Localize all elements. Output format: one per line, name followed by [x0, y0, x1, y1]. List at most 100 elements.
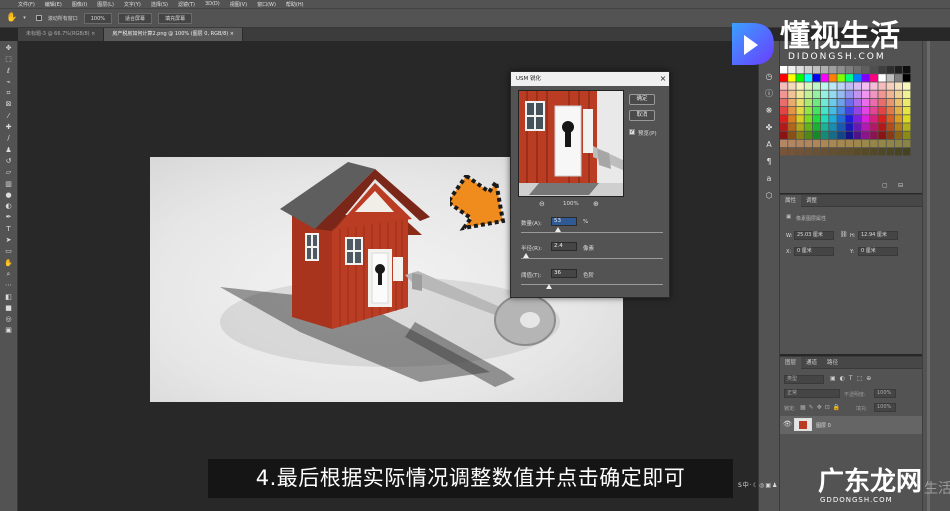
swatch[interactable]	[804, 131, 812, 139]
radius-slider-track[interactable]	[521, 258, 663, 259]
swatch[interactable]	[829, 115, 837, 123]
fill-field[interactable]: 100%	[874, 403, 896, 412]
swatch[interactable]	[878, 82, 886, 90]
swatch[interactable]	[853, 115, 862, 123]
swatch[interactable]	[829, 107, 837, 115]
menu-view[interactable]: 视图(V)	[230, 1, 247, 8]
radius-field[interactable]: 2.4	[551, 242, 577, 251]
swatch[interactable]	[796, 139, 804, 148]
swatch[interactable]	[894, 131, 903, 139]
swatch[interactable]	[788, 131, 796, 139]
swatch[interactable]	[829, 98, 837, 107]
swatch[interactable]	[903, 90, 911, 98]
delete-swatch-icon[interactable]: ⊟	[898, 182, 903, 189]
width-field[interactable]: 25.03 厘米	[794, 231, 834, 240]
swatch[interactable]	[853, 98, 862, 107]
swatch[interactable]	[886, 123, 894, 131]
swatch[interactable]	[886, 148, 894, 156]
swatch[interactable]	[903, 74, 911, 82]
swatch[interactable]	[903, 139, 911, 148]
swatch[interactable]	[886, 131, 894, 139]
swatch[interactable]	[796, 123, 804, 131]
tab-adjustments[interactable]: 调整	[801, 195, 822, 207]
tab-layers[interactable]: 图层	[780, 356, 802, 369]
swatch[interactable]	[894, 139, 903, 148]
swatch[interactable]	[894, 115, 903, 123]
paragraph-icon[interactable]: ¶	[763, 156, 775, 167]
radius-slider-knob[interactable]	[523, 253, 529, 258]
swatch[interactable]	[804, 123, 812, 131]
threshold-slider-knob[interactable]	[546, 284, 552, 289]
swatch[interactable]	[878, 131, 886, 139]
type-tool-icon[interactable]: T	[3, 225, 15, 234]
swatch[interactable]	[796, 107, 804, 115]
swatch[interactable]	[862, 123, 870, 131]
swatch[interactable]	[894, 98, 903, 107]
swatch[interactable]	[812, 148, 821, 156]
swatch[interactable]	[894, 107, 903, 115]
swatch[interactable]	[878, 90, 886, 98]
menu-layer[interactable]: 图层(L)	[97, 1, 114, 8]
swatch[interactable]	[886, 107, 894, 115]
swatch[interactable]	[845, 139, 853, 148]
path-select-tool-icon[interactable]: ➤	[3, 236, 15, 245]
swatch[interactable]	[780, 148, 788, 156]
swatch[interactable]	[845, 107, 853, 115]
threshold-slider-track[interactable]	[521, 284, 663, 285]
swatch[interactable]	[862, 82, 870, 90]
swatch[interactable]	[780, 131, 788, 139]
swatch[interactable]	[796, 131, 804, 139]
tab-channels[interactable]: 通道	[801, 357, 822, 369]
menu-image[interactable]: 图像(I)	[72, 1, 87, 8]
lock-icons[interactable]: ▦✎✥⊡🔒	[800, 404, 843, 411]
brush-tool-icon[interactable]: ∕	[3, 134, 15, 143]
tab-properties[interactable]: 属性	[780, 194, 802, 207]
swatch[interactable]	[870, 139, 878, 148]
swatch[interactable]	[812, 107, 821, 115]
swatch[interactable]	[903, 148, 911, 156]
swatch[interactable]	[812, 74, 821, 82]
menu-file[interactable]: 文件(F)	[18, 1, 35, 8]
swatch[interactable]	[812, 115, 821, 123]
swatch[interactable]	[862, 74, 870, 82]
panel-scrollbar[interactable]	[927, 41, 930, 511]
swatch[interactable]	[845, 115, 853, 123]
healing-brush-tool-icon[interactable]: ✚	[3, 123, 15, 132]
swatch[interactable]	[903, 98, 911, 107]
swatch[interactable]	[870, 82, 878, 90]
swatch[interactable]	[796, 82, 804, 90]
swatch[interactable]	[796, 74, 804, 82]
swatch[interactable]	[821, 74, 829, 82]
swatch[interactable]	[821, 82, 829, 90]
frame-tool-icon[interactable]: ⊠	[3, 100, 15, 109]
swatch[interactable]	[837, 74, 845, 82]
swatch[interactable]	[862, 131, 870, 139]
swatch[interactable]	[804, 139, 812, 148]
swatch[interactable]	[886, 115, 894, 123]
swatch[interactable]	[829, 123, 837, 131]
swatch[interactable]	[862, 98, 870, 107]
pen-tool-icon[interactable]: ✒	[3, 213, 15, 222]
tab-paths[interactable]: 路径	[822, 357, 843, 369]
swatch[interactable]	[886, 98, 894, 107]
default-colors-icon[interactable]: ◧	[3, 293, 15, 302]
zoom-percent-button[interactable]: 100%	[83, 12, 113, 24]
swatch[interactable]	[903, 107, 911, 115]
gradient-tool-icon[interactable]: ▥	[3, 180, 15, 189]
swatch[interactable]	[886, 82, 894, 90]
layer-filter-select[interactable]: 类型	[784, 375, 824, 384]
filter-icons[interactable]: ▣◐T⬚⊕	[830, 375, 875, 382]
rectangle-tool-icon[interactable]: ▭	[3, 247, 15, 256]
swatch[interactable]	[862, 90, 870, 98]
swatch[interactable]	[837, 131, 845, 139]
layer-row[interactable]: 👁 图层 0	[780, 416, 922, 434]
swatch[interactable]	[878, 123, 886, 131]
tab-house-tax[interactable]: 房产税房如何计算2.png @ 100% (图层 0, RGB/8) ×	[104, 28, 243, 41]
swatch[interactable]	[829, 139, 837, 148]
swatch[interactable]	[837, 115, 845, 123]
swatch[interactable]	[853, 148, 862, 156]
swatch[interactable]	[886, 139, 894, 148]
info-icon[interactable]: ⓘ	[763, 88, 775, 99]
swatch[interactable]	[780, 107, 788, 115]
menu-window[interactable]: 窗口(W)	[257, 1, 276, 8]
